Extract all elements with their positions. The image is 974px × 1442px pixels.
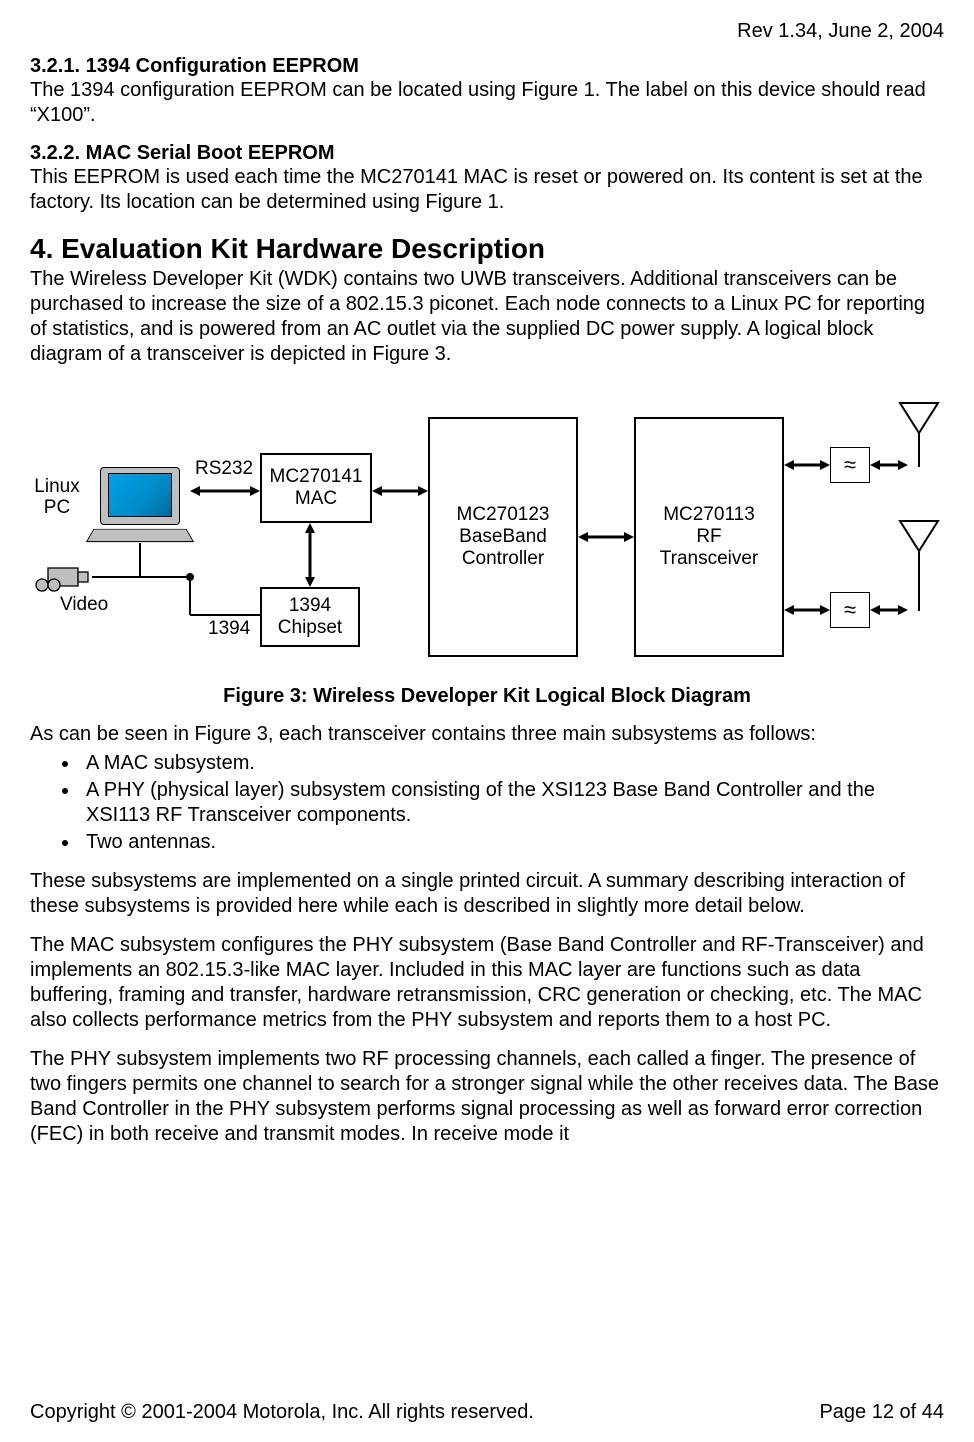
arrow-rf-filter1 (784, 457, 830, 473)
footer-copyright: Copyright © 2001-2004 Motorola, Inc. All… (30, 1401, 534, 1424)
rf-box: MC270113 RF Transceiver (634, 417, 784, 657)
para-3-2-1: The 1394 configuration EEPROM can be loc… (30, 78, 944, 128)
label-rs232: RS232 (195, 459, 253, 480)
heading-4: 4. Evaluation Kit Hardware Description (30, 233, 944, 265)
arrow-mac-baseband (372, 483, 428, 499)
arrow-baseband-rf (578, 529, 634, 545)
para-mac-subsystem: The MAC subsystem configures the PHY sub… (30, 933, 944, 1033)
baseband-line3: Controller (462, 548, 544, 570)
video-camera-icon (34, 562, 90, 592)
chipset-line1: 1394 (289, 595, 331, 617)
heading-3-2-1: 3.2.1. 1394 Configuration EEPROM (30, 55, 944, 78)
antenna-lower-icon (896, 515, 942, 613)
para-3-2-2: This EEPROM is used each time the MC2701… (30, 165, 944, 215)
para-summary: These subsystems are implemented on a si… (30, 869, 944, 919)
baseband-line1: MC270123 (457, 504, 550, 526)
bullet-antennas: Two antennas. (80, 830, 944, 855)
header-revision: Rev 1.34, June 2, 2004 (30, 20, 944, 43)
baseband-line2: BaseBand (459, 526, 547, 548)
filter-upper: ≈ (830, 447, 870, 483)
rf-line3: Transceiver (660, 548, 759, 570)
figure-3-diagram: Linux PC Video RS232 MC270141 (30, 397, 944, 677)
figure-3-caption: Figure 3: Wireless Developer Kit Logical… (30, 685, 944, 708)
antenna-upper-icon (896, 397, 942, 469)
arrow-mac-chipset (302, 523, 318, 587)
chipset-box: 1394 Chipset (260, 587, 360, 647)
chipset-line2: Chipset (278, 617, 342, 639)
rf-line2: RF (696, 526, 721, 548)
para-after-fig: As can be seen in Figure 3, each transce… (30, 722, 944, 747)
para-4-intro: The Wireless Developer Kit (WDK) contain… (30, 267, 944, 367)
footer-page: Page 12 of 44 (819, 1401, 944, 1424)
para-phy-subsystem: The PHY subsystem implements two RF proc… (30, 1047, 944, 1147)
computer-icon (90, 467, 190, 545)
heading-3-2-2: 3.2.2. MAC Serial Boot EEPROM (30, 142, 944, 165)
baseband-box: MC270123 BaseBand Controller (428, 417, 578, 657)
bullet-list: A MAC subsystem. A PHY (physical layer) … (30, 751, 944, 855)
label-1394: 1394 (208, 619, 250, 640)
mac-line2: MAC (295, 488, 337, 510)
mac-box: MC270141 MAC (260, 453, 372, 523)
bullet-mac: A MAC subsystem. (80, 751, 944, 776)
arrow-rf-filter2 (784, 602, 830, 618)
wire-video-1394 (90, 537, 270, 617)
bullet-phy: A PHY (physical layer) subsystem consist… (80, 778, 944, 828)
label-linux-pc: Linux PC (30, 477, 84, 519)
arrow-rs232 (190, 483, 260, 499)
rf-line1: MC270113 (663, 504, 755, 526)
mac-line1: MC270141 (270, 466, 363, 488)
filter-lower: ≈ (830, 592, 870, 628)
